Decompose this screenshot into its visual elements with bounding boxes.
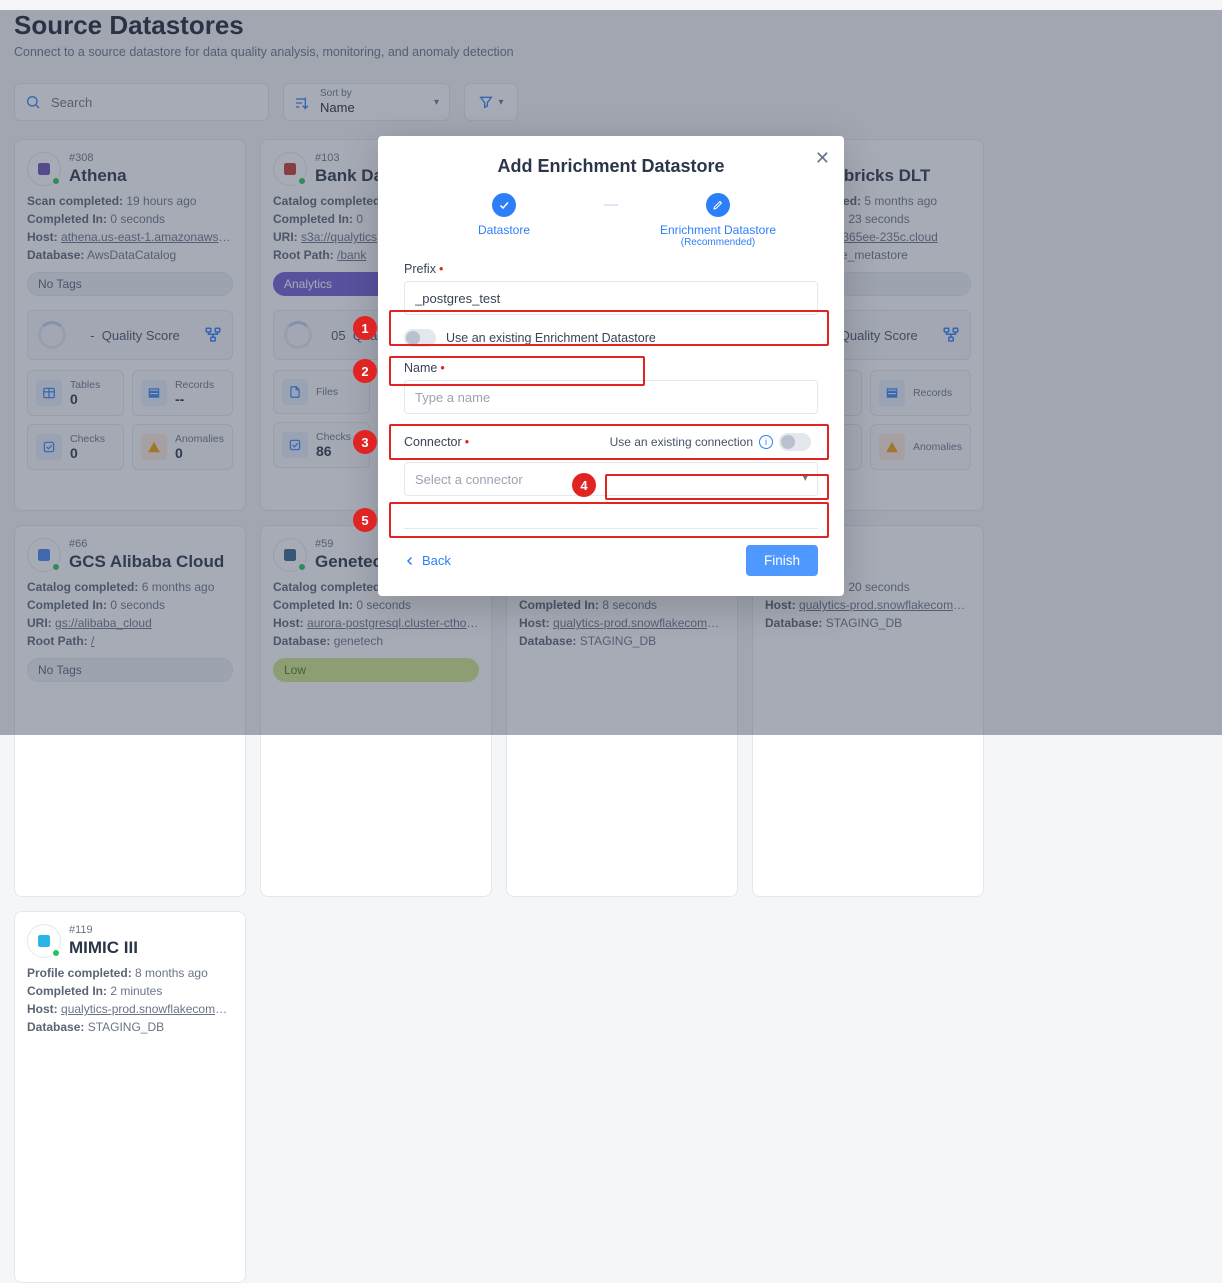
prefix-input[interactable] [404,281,818,315]
modal-title: Add Enrichment Datastore [404,156,818,177]
use-existing-connection-row: Use an existing connection i [603,428,818,456]
use-existing-enrichment-toggle[interactable] [404,329,436,347]
name-group: Name• [404,361,818,414]
step-datastore: Datastore [404,193,604,237]
name-input[interactable] [404,380,818,414]
meta-line: Profile completed: 8 months ago [27,966,233,980]
status-dot [51,948,61,958]
add-enrichment-datastore-modal: ✕ Add Enrichment Datastore Datastore Enr… [378,136,844,596]
wizard-stepper: Datastore Enrichment Datastore (Recommen… [404,193,818,248]
modal-footer: Back Finish [404,528,818,576]
datastore-card[interactable]: #119 MIMIC III Profile completed: 8 mont… [14,911,246,1283]
connector-label: Connector• [404,435,469,449]
connector-select[interactable]: ▾ [404,462,818,496]
prefix-label: Prefix• [404,262,818,276]
meta-line: Host: qualytics-prod.snowflakecomputing [27,1002,233,1016]
step-enrichment: Enrichment Datastore (Recommended) [618,193,818,248]
datastore-name: MIMIC III [69,938,138,958]
prefix-group: Prefix• [404,262,818,315]
connector-group: Connector• Use an existing connection i [404,428,818,456]
finish-button[interactable]: Finish [746,545,818,576]
chevron-left-icon [404,555,416,567]
datastore-id: #119 [69,924,138,936]
name-label: Name• [404,361,818,375]
use-existing-connection-label: Use an existing connection [610,435,753,449]
use-existing-enrichment-row: Use an existing Enrichment Datastore [404,329,818,347]
use-existing-connection-toggle[interactable] [779,433,811,451]
step-connector-line [604,204,618,206]
info-icon[interactable]: i [759,435,773,449]
meta-line: Database: STAGING_DB [27,1020,233,1034]
connector-select-input[interactable] [404,462,818,496]
datastore-icon [27,924,61,958]
close-icon[interactable]: ✕ [815,148,830,169]
back-button[interactable]: Back [404,553,451,568]
check-icon [492,193,516,217]
use-existing-enrichment-label: Use an existing Enrichment Datastore [446,331,656,345]
pencil-icon [706,193,730,217]
meta-line: Completed In: 2 minutes [27,984,233,998]
